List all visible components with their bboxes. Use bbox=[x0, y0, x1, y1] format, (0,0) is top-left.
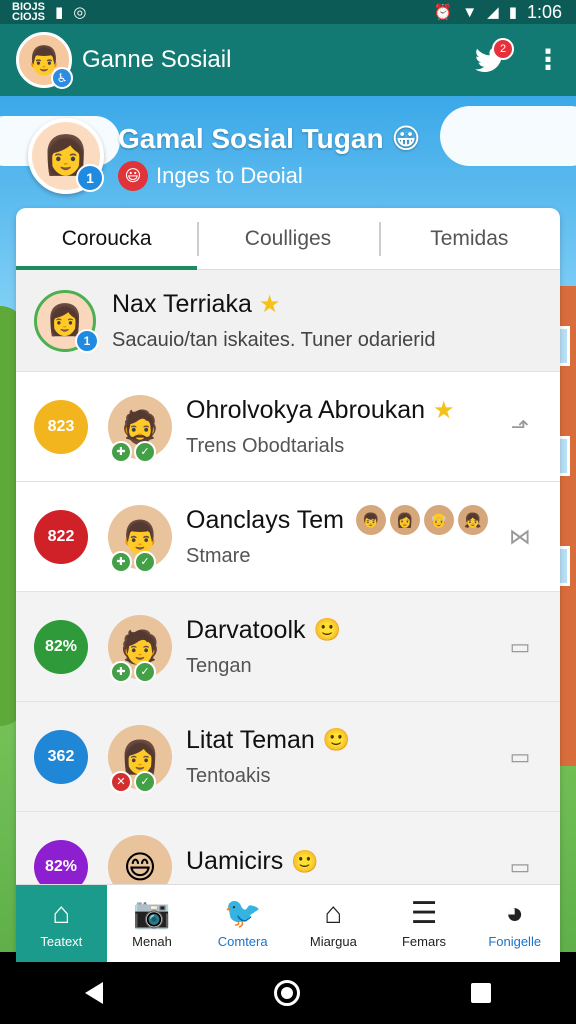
carrier-label: BIOJS CIOJS bbox=[12, 1, 46, 23]
tab-bar: Coroucka Coulliges Temidas bbox=[16, 208, 560, 270]
system-navigation bbox=[0, 962, 576, 1024]
game-icon: ✚ bbox=[110, 550, 132, 573]
contact-name: Litat Teman 🙂 bbox=[186, 725, 351, 754]
wifi-icon: ▼ bbox=[462, 3, 478, 21]
list-item[interactable]: 822 👨 ✚ ✓ Oanclays Tem 👦 👩 👴 👧 Stmare ⋈ bbox=[16, 482, 560, 592]
my-profile-row[interactable]: 👩 1 Nax Terriaka ★ Sacauio/tan iskaites.… bbox=[16, 270, 560, 372]
group-avatars: 👦 👩 👴 👧 bbox=[355, 505, 488, 535]
contact-name: Uamicirs 🙂 bbox=[186, 847, 319, 875]
accessibility-icon: ♿ bbox=[51, 67, 73, 89]
status-bar: BIOJS CIOJS ▮ ◎ ⏰ ▼ ◢ ▮ 1:06 bbox=[0, 0, 576, 24]
tab-temidas[interactable]: Temidas bbox=[378, 208, 560, 269]
my-status: Sacauio/tan iskaites. Tuner odarierid bbox=[112, 328, 436, 351]
bird-icon: 🐦 bbox=[224, 897, 262, 930]
contact-status: Tentoakis bbox=[186, 764, 271, 787]
my-count-badge: 1 bbox=[75, 328, 99, 353]
contact-avatar: 👨 ✚ ✓ bbox=[108, 504, 172, 573]
battery-icon: ▮ bbox=[508, 4, 517, 21]
check-icon: ✓ bbox=[134, 550, 156, 573]
cloud bbox=[440, 106, 576, 166]
share-icon[interactable]: ⬏ bbox=[506, 413, 534, 441]
signal-icon: ◢ bbox=[487, 4, 499, 21]
sync-icon: ◎ bbox=[73, 4, 87, 21]
game-icon: ✚ bbox=[110, 660, 132, 683]
score-bubble: 362 bbox=[34, 729, 88, 784]
smile-icon: 🙂 bbox=[313, 617, 341, 642]
star-icon: ★ bbox=[433, 396, 455, 424]
member-avatar: 👦 bbox=[355, 505, 386, 535]
play-icon[interactable]: ⋈ bbox=[506, 523, 534, 551]
contact-name: Darvatoolk 🙂 bbox=[186, 615, 341, 644]
list-item[interactable]: 362 👩 ✕ ✓ Litat Teman 🙂 Tentoakis ▭ bbox=[16, 702, 560, 812]
tab-coulliges[interactable]: Coulliges bbox=[197, 208, 378, 269]
notifications-button[interactable]: 2 bbox=[468, 38, 514, 82]
contact-avatar: 👩 ✕ ✓ bbox=[108, 724, 172, 793]
camera-icon: 📷 bbox=[133, 897, 171, 930]
check-icon: ✓ bbox=[134, 660, 156, 683]
home-icon: ⌂ bbox=[52, 897, 71, 930]
nav-comtera[interactable]: 🐦 Comtera bbox=[197, 885, 288, 962]
app-bar: 👨 ♿ Ganne Sosiail 2 ⋮ bbox=[0, 24, 576, 96]
bottom-navigation: ⌂ Teatext 📷 Menah 🐦 Comtera ⌂ Miargua ☰ … bbox=[16, 884, 560, 962]
star-icon: ★ bbox=[258, 290, 281, 318]
nav-teatext[interactable]: ⌂ Teatext bbox=[16, 885, 107, 962]
member-avatar: 👴 bbox=[423, 505, 454, 535]
page-subtitle: 😃 Inges to Deoial bbox=[118, 160, 421, 191]
nav-fonigelle[interactable]: ◕ Fonigelle bbox=[469, 885, 560, 962]
face-icon: 😃 bbox=[118, 160, 148, 191]
smile-icon: 🙂 bbox=[322, 727, 351, 752]
message-icon[interactable]: ▭ bbox=[506, 743, 534, 771]
home-button[interactable] bbox=[273, 980, 300, 1006]
game-icon: ✚ bbox=[110, 440, 132, 463]
nav-femars[interactable]: ☰ Femars bbox=[379, 885, 470, 962]
contact-status: Stmare bbox=[186, 545, 251, 567]
sim-icon: ▮ bbox=[55, 4, 64, 21]
contacts-card: Coroucka Coulliges Temidas 👩 1 Nax Terri… bbox=[16, 208, 560, 952]
nav-miargua[interactable]: ⌂ Miargua bbox=[288, 885, 379, 962]
check-icon: ✓ bbox=[134, 770, 156, 793]
check-icon: ✓ bbox=[134, 440, 156, 463]
profile-avatar[interactable]: 👨 ♿ bbox=[16, 32, 73, 89]
contact-status: Tengan bbox=[186, 654, 252, 677]
score-bubble: 82% bbox=[34, 619, 88, 674]
member-avatar: 👧 bbox=[457, 505, 488, 535]
app-title: Ganne Sosiail bbox=[82, 46, 232, 73]
user-avatar[interactable]: 👩 1 bbox=[28, 118, 104, 194]
smile-icon: 😀 bbox=[391, 122, 421, 154]
message-icon[interactable]: ▭ bbox=[506, 853, 534, 881]
contact-avatar: 🧑 ✚ ✓ bbox=[108, 614, 172, 683]
hero-header: 👩 1 Gamal Sosial Tugan 😀 😃 Inges to Deoi… bbox=[28, 118, 421, 194]
my-name: Nax Terriaka ★ bbox=[112, 289, 281, 318]
member-avatar: 👩 bbox=[389, 505, 420, 535]
message-icon[interactable]: ▭ bbox=[506, 633, 534, 661]
page-title: Gamal Sosial Tugan 😀 bbox=[118, 122, 421, 154]
cross-icon: ✕ bbox=[110, 770, 132, 793]
my-avatar: 👩 1 bbox=[34, 289, 99, 353]
notification-badge: 2 bbox=[492, 38, 514, 60]
list-item[interactable]: 82% 🧑 ✚ ✓ Darvatoolk 🙂 Tengan ▭ bbox=[16, 592, 560, 702]
score-bubble: 823 bbox=[34, 399, 88, 454]
alarm-icon: ⏰ bbox=[433, 4, 453, 21]
contact-name: Ohrolvokya Abroukan ★ bbox=[186, 395, 455, 424]
list-icon: ☰ bbox=[410, 897, 438, 930]
nav-menah[interactable]: 📷 Menah bbox=[107, 885, 198, 962]
recents-button[interactable] bbox=[470, 983, 491, 1003]
more-options-icon[interactable]: ⋮ bbox=[534, 46, 562, 74]
house-outline-icon: ⌂ bbox=[324, 897, 343, 930]
clock: 1:06 bbox=[526, 1, 562, 22]
smile-icon: 🙂 bbox=[291, 848, 319, 874]
score-bubble: 822 bbox=[34, 509, 88, 564]
back-button[interactable] bbox=[85, 982, 104, 1004]
contact-name: Oanclays Tem 👦 👩 👴 👧 bbox=[186, 505, 506, 535]
contact-avatar: 🧔 ✚ ✓ bbox=[108, 394, 172, 463]
list-item[interactable]: 823 🧔 ✚ ✓ Ohrolvokya Abroukan ★ Trens Obo… bbox=[16, 372, 560, 482]
contact-status: Trens Obodtarials bbox=[186, 434, 345, 457]
avatar-count-badge: 1 bbox=[76, 164, 104, 192]
tab-coroucka[interactable]: Coroucka bbox=[16, 208, 198, 270]
color-wheel-icon: ◕ bbox=[505, 897, 524, 930]
